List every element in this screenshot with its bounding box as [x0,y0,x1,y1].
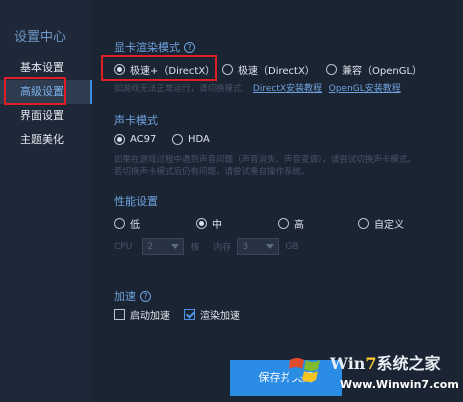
radio-label: 自定义 [374,220,404,231]
checkbox-box [114,309,125,320]
radio-dot [114,134,125,145]
radio-label: 低 [130,220,140,231]
radio-perf-low[interactable]: 低 [114,216,140,231]
memory-label: 内存 [213,243,232,253]
radio-directx-plus[interactable]: 极速+（DirectX） [114,62,215,77]
radio-ac97[interactable]: AC97 [114,134,156,145]
display-hint: 如游戏无法正常运行，请切换模式. [114,84,245,94]
cpu-value: 2 [147,241,154,252]
radio-label: 高 [294,220,304,231]
checkbox-label: 渲染加速 [200,311,240,322]
display-mode-title: 显卡渲染模式? [114,39,195,55]
memory-unit: GB [285,241,299,252]
display-hint-row: 如游戏无法正常运行，请切换模式. DirectX安装教程 OpenGL安装教程 [114,83,401,95]
watermark-brand-seven: 7 [365,354,377,373]
windows-logo-icon [287,358,320,382]
radio-label: AC97 [130,134,157,145]
radio-dot [196,218,207,229]
sidebar-item-theme[interactable]: 主题美化 [0,128,92,152]
sidebar: 设置中心 基本设置 高级设置 界面设置 主题美化 [0,0,92,402]
checkbox-render-accel[interactable]: 渲染加速 [184,307,240,322]
memory-select[interactable]: 3 [237,238,280,255]
sidebar-item-basic[interactable]: 基本设置 [0,56,92,80]
performance-title: 性能设置 [114,195,158,208]
radio-dot [326,64,337,75]
radio-hda[interactable]: HDA [172,134,210,145]
radio-label: HDA [188,134,210,145]
watermark-brand-pre: Win [330,354,366,373]
radio-label: 极速（DirectX） [238,66,315,77]
directx-tutorial-link[interactable]: DirectX安装教程 [253,84,322,94]
radio-directx[interactable]: 极速（DirectX） [222,62,315,77]
acceleration-title: 加速? [114,288,151,304]
radio-dot [114,64,125,75]
cpu-memory-row: CPU 2 核 内存 3 GB [114,238,299,255]
watermark-url: Www.Winwin7.com [340,378,459,391]
display-mode-label: 显卡渲染模式 [114,41,180,54]
help-icon[interactable]: ? [184,42,195,53]
checkbox-box [184,309,195,320]
radio-dot [222,64,233,75]
radio-dot [114,218,125,229]
cpu-unit: 核 [190,243,200,253]
checkbox-startup-accel[interactable]: 启动加速 [114,307,170,322]
checkbox-label: 启动加速 [130,311,170,322]
radio-dot [278,218,289,229]
chevron-down-icon [266,244,275,249]
cpu-label: CPU [114,241,133,252]
radio-perf-high[interactable]: 高 [278,216,304,231]
watermark-brand: Win7系统之家 [330,350,441,374]
radio-label: 中 [212,220,222,231]
radio-dot [358,218,369,229]
memory-value: 3 [242,241,249,252]
radio-dot [172,134,183,145]
chevron-down-icon [171,244,180,249]
radio-perf-medium[interactable]: 中 [196,216,222,231]
radio-perf-custom[interactable]: 自定义 [358,216,404,231]
audio-hint-1: 如果在游戏过程中遇到声音问题（声音消失、声音变调），请尝试切换声卡模式。 [114,155,416,165]
settings-panel: 显卡渲染模式? 极速+（DirectX） 极速（DirectX） 兼容（Open… [92,0,463,402]
sidebar-item-advanced[interactable]: 高级设置 [0,80,92,104]
watermark-brand-post: 系统之家 [376,354,441,373]
cpu-select[interactable]: 2 [142,238,185,255]
sidebar-title: 设置中心 [14,30,67,45]
radio-opengl[interactable]: 兼容（OpenGL） [326,62,422,77]
radio-label: 极速+（DirectX） [130,66,216,77]
radio-label: 兼容（OpenGL） [342,66,423,77]
acceleration-label: 加速 [114,290,136,303]
help-icon[interactable]: ? [140,291,151,302]
sidebar-item-interface[interactable]: 界面设置 [0,104,92,128]
audio-hint-2: 若切换声卡模式后仍有问题，请尝试重自操作系统。 [114,167,310,177]
audio-mode-title: 声卡模式 [114,114,158,127]
opengl-tutorial-link[interactable]: OpenGL安装教程 [329,84,401,94]
